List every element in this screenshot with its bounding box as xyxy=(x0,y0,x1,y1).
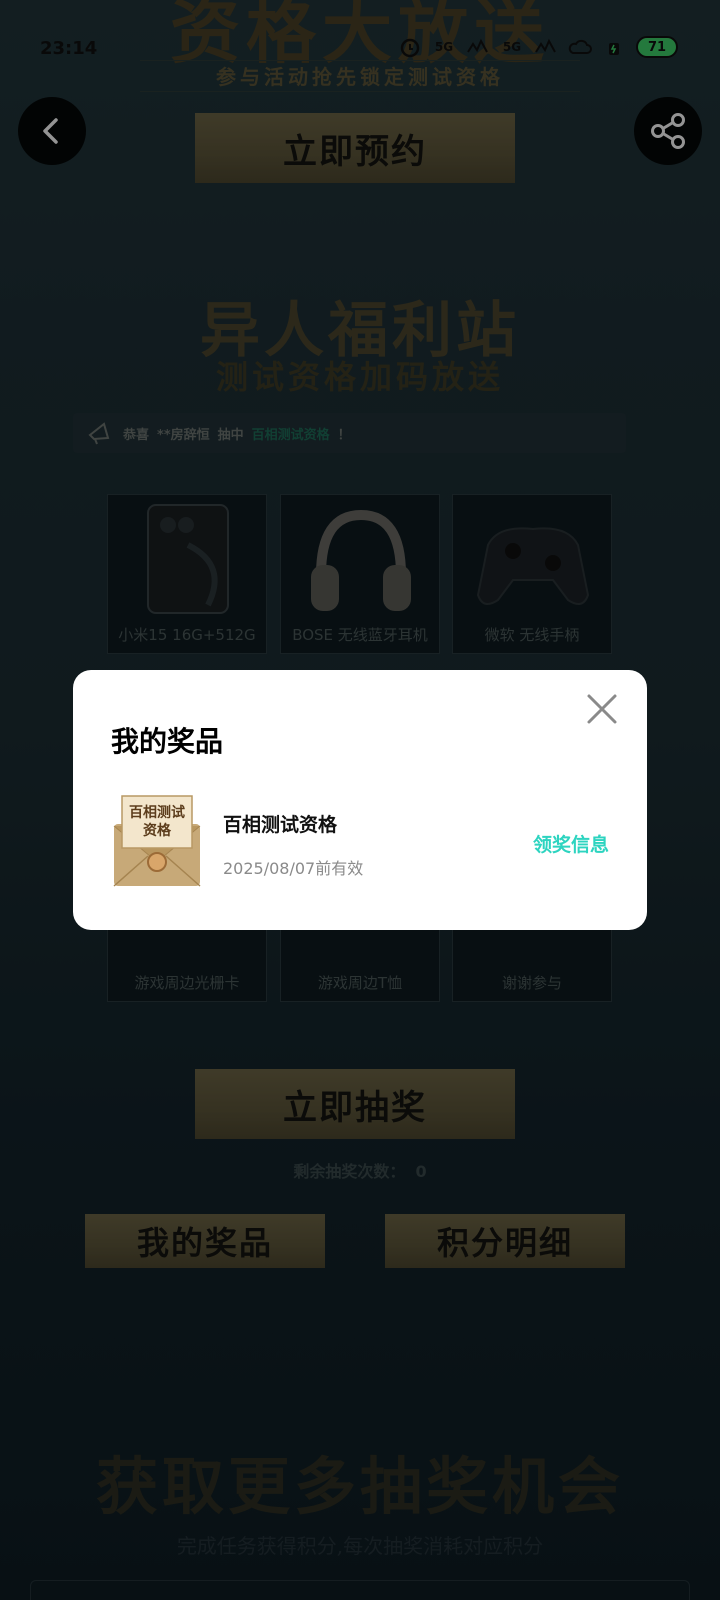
prize-name: 百相测试资格 xyxy=(223,814,338,836)
prize-expiry: 2025/08/07前有效 xyxy=(223,859,364,878)
my-prizes-modal: 我的奖品 百相测试 资格 百相测试资格 2025/08/07前有效 领奖信息 xyxy=(73,670,647,930)
prize-envelope-image: 百相测试 资格 xyxy=(110,790,204,890)
close-button[interactable] xyxy=(585,692,619,726)
claim-info-link[interactable]: 领奖信息 xyxy=(533,830,609,857)
envelope-text-1: 百相测试 xyxy=(129,804,185,821)
envelope-text-2: 资格 xyxy=(143,822,172,839)
page: 资格大放送 参与活动抢先锁定测试资格 23:14 5G 5G 71 立即预约 异… xyxy=(0,0,720,1600)
close-icon xyxy=(587,694,617,724)
modal-title: 我的奖品 xyxy=(111,725,224,758)
